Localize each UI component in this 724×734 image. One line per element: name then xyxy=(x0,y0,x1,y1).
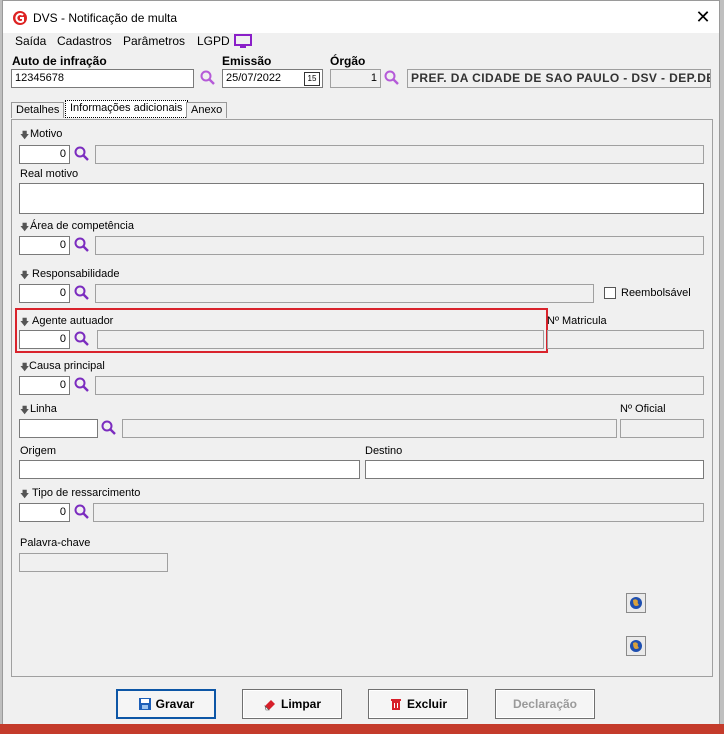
search-area-icon[interactable] xyxy=(74,237,90,253)
search-agente-icon[interactable] xyxy=(74,331,90,347)
menu-bar: Saída Cadastros Parâmetros LGPD xyxy=(3,33,719,51)
search-linha-icon[interactable] xyxy=(101,420,117,436)
tab-detalhes[interactable]: Detalhes xyxy=(11,102,65,118)
area-code-input[interactable]: 0 xyxy=(19,236,70,255)
auto-infracao-label: Auto de infração xyxy=(12,54,107,68)
limpar-label: Limpar xyxy=(280,697,321,711)
responsabilidade-label: Responsabilidade xyxy=(32,268,120,280)
pin-icon: 🡇 xyxy=(20,222,30,232)
real-motivo-label: Real motivo xyxy=(20,168,79,180)
orgao-label: Órgão xyxy=(330,54,366,68)
tab-informacoes-adicionais[interactable]: Informações adicionais xyxy=(65,100,188,118)
search-responsabilidade-icon[interactable] xyxy=(74,285,90,301)
agente-desc-field xyxy=(97,330,544,349)
app-logo-icon xyxy=(13,11,27,25)
gravar-label: Gravar xyxy=(155,697,195,711)
tipo-label: Tipo de ressarcimento xyxy=(32,487,141,499)
limpar-button[interactable]: Limpar xyxy=(242,689,342,719)
gravar-button[interactable]: Gravar xyxy=(116,689,216,719)
main-window: DVS - Notificação de multa ✕ Saída Cadas… xyxy=(2,0,720,734)
tab-anexo[interactable]: Anexo xyxy=(186,102,228,118)
area-label: Área de competência xyxy=(30,220,134,232)
auto-infracao-input[interactable]: 12345678 xyxy=(11,69,194,88)
pin-icon: 🡇 xyxy=(20,270,30,280)
pin-icon: 🡇 xyxy=(20,362,30,372)
globe-button-1[interactable] xyxy=(626,593,646,613)
linha-desc-field xyxy=(122,419,617,438)
globe-button-2[interactable] xyxy=(626,636,646,656)
globe-icon xyxy=(630,597,642,609)
pin-icon: 🡇 xyxy=(20,405,30,415)
declaracao-button[interactable]: Declaração xyxy=(495,689,595,719)
oficial-label: Nº Oficial xyxy=(620,403,666,415)
pin-icon: 🡇 xyxy=(20,489,30,499)
globe-icon xyxy=(630,640,642,652)
emissao-value: 25/07/2022 xyxy=(226,72,282,84)
close-button[interactable]: ✕ xyxy=(691,6,715,28)
tipo-code-input[interactable]: 0 xyxy=(19,503,70,522)
motivo-desc-field xyxy=(95,145,704,164)
menu-lgpd[interactable]: LGPD xyxy=(197,34,230,48)
linha-input[interactable] xyxy=(19,419,98,438)
causa-code-input[interactable]: 0 xyxy=(19,376,70,395)
motivo-label: Motivo xyxy=(30,128,63,140)
reembolsavel-label: Reembolsável xyxy=(621,287,691,299)
tipo-desc-field xyxy=(93,503,704,522)
destino-label: Destino xyxy=(365,445,403,457)
causa-label: Causa principal xyxy=(29,360,105,372)
real-motivo-input[interactable] xyxy=(19,183,704,214)
palavra-chave-label: Palavra-chave xyxy=(20,537,91,549)
search-orgao-icon[interactable] xyxy=(384,70,400,86)
causa-desc-field xyxy=(95,376,704,395)
trash-icon xyxy=(390,698,401,710)
search-causa-icon[interactable] xyxy=(74,377,90,393)
excluir-label: Excluir xyxy=(406,697,448,711)
search-auto-icon[interactable] xyxy=(200,70,216,86)
responsabilidade-code-input[interactable]: 0 xyxy=(19,284,70,303)
palavra-chave-field xyxy=(19,553,168,572)
window-title: DVS - Notificação de multa xyxy=(33,11,178,25)
oficial-field xyxy=(620,419,704,438)
eraser-icon xyxy=(264,699,275,711)
origem-label: Origem xyxy=(20,445,57,457)
declaracao-label: Declaração xyxy=(512,697,578,711)
agente-code-input[interactable]: 0 xyxy=(19,330,70,349)
search-tipo-icon[interactable] xyxy=(74,504,90,520)
title-bar: DVS - Notificação de multa ✕ xyxy=(3,1,719,33)
menu-cadastros[interactable]: Cadastros xyxy=(57,34,112,48)
menu-parametros[interactable]: Parâmetros xyxy=(123,34,185,48)
pin-icon: 🡇 xyxy=(20,130,30,140)
destino-input[interactable] xyxy=(365,460,704,479)
origem-input[interactable] xyxy=(19,460,360,479)
monitor-icon[interactable] xyxy=(234,34,252,49)
taskbar-strip xyxy=(0,724,724,734)
reembolsavel-checkbox[interactable] xyxy=(604,287,616,299)
emissao-label: Emissão xyxy=(222,54,272,68)
pin-icon: 🡇 xyxy=(20,317,30,327)
area-desc-field xyxy=(95,236,704,255)
save-icon xyxy=(138,697,151,710)
search-motivo-icon[interactable] xyxy=(74,146,90,162)
orgao-name-input: PREF. DA CIDADE DE SAO PAULO - DSV - DEP… xyxy=(407,69,711,88)
calendar-icon[interactable]: 15 xyxy=(304,72,320,86)
responsabilidade-desc-field xyxy=(95,284,594,303)
orgao-code-input[interactable]: 1 xyxy=(330,69,381,88)
excluir-button[interactable]: Excluir xyxy=(368,689,468,719)
matricula-field xyxy=(547,330,704,349)
agente-label: Agente autuador xyxy=(32,315,114,327)
linha-label: Linha xyxy=(30,403,57,415)
menu-saida[interactable]: Saída xyxy=(15,34,46,48)
motivo-code-input[interactable]: 0 xyxy=(19,145,70,164)
matricula-label: Nº Matricula xyxy=(547,315,607,327)
